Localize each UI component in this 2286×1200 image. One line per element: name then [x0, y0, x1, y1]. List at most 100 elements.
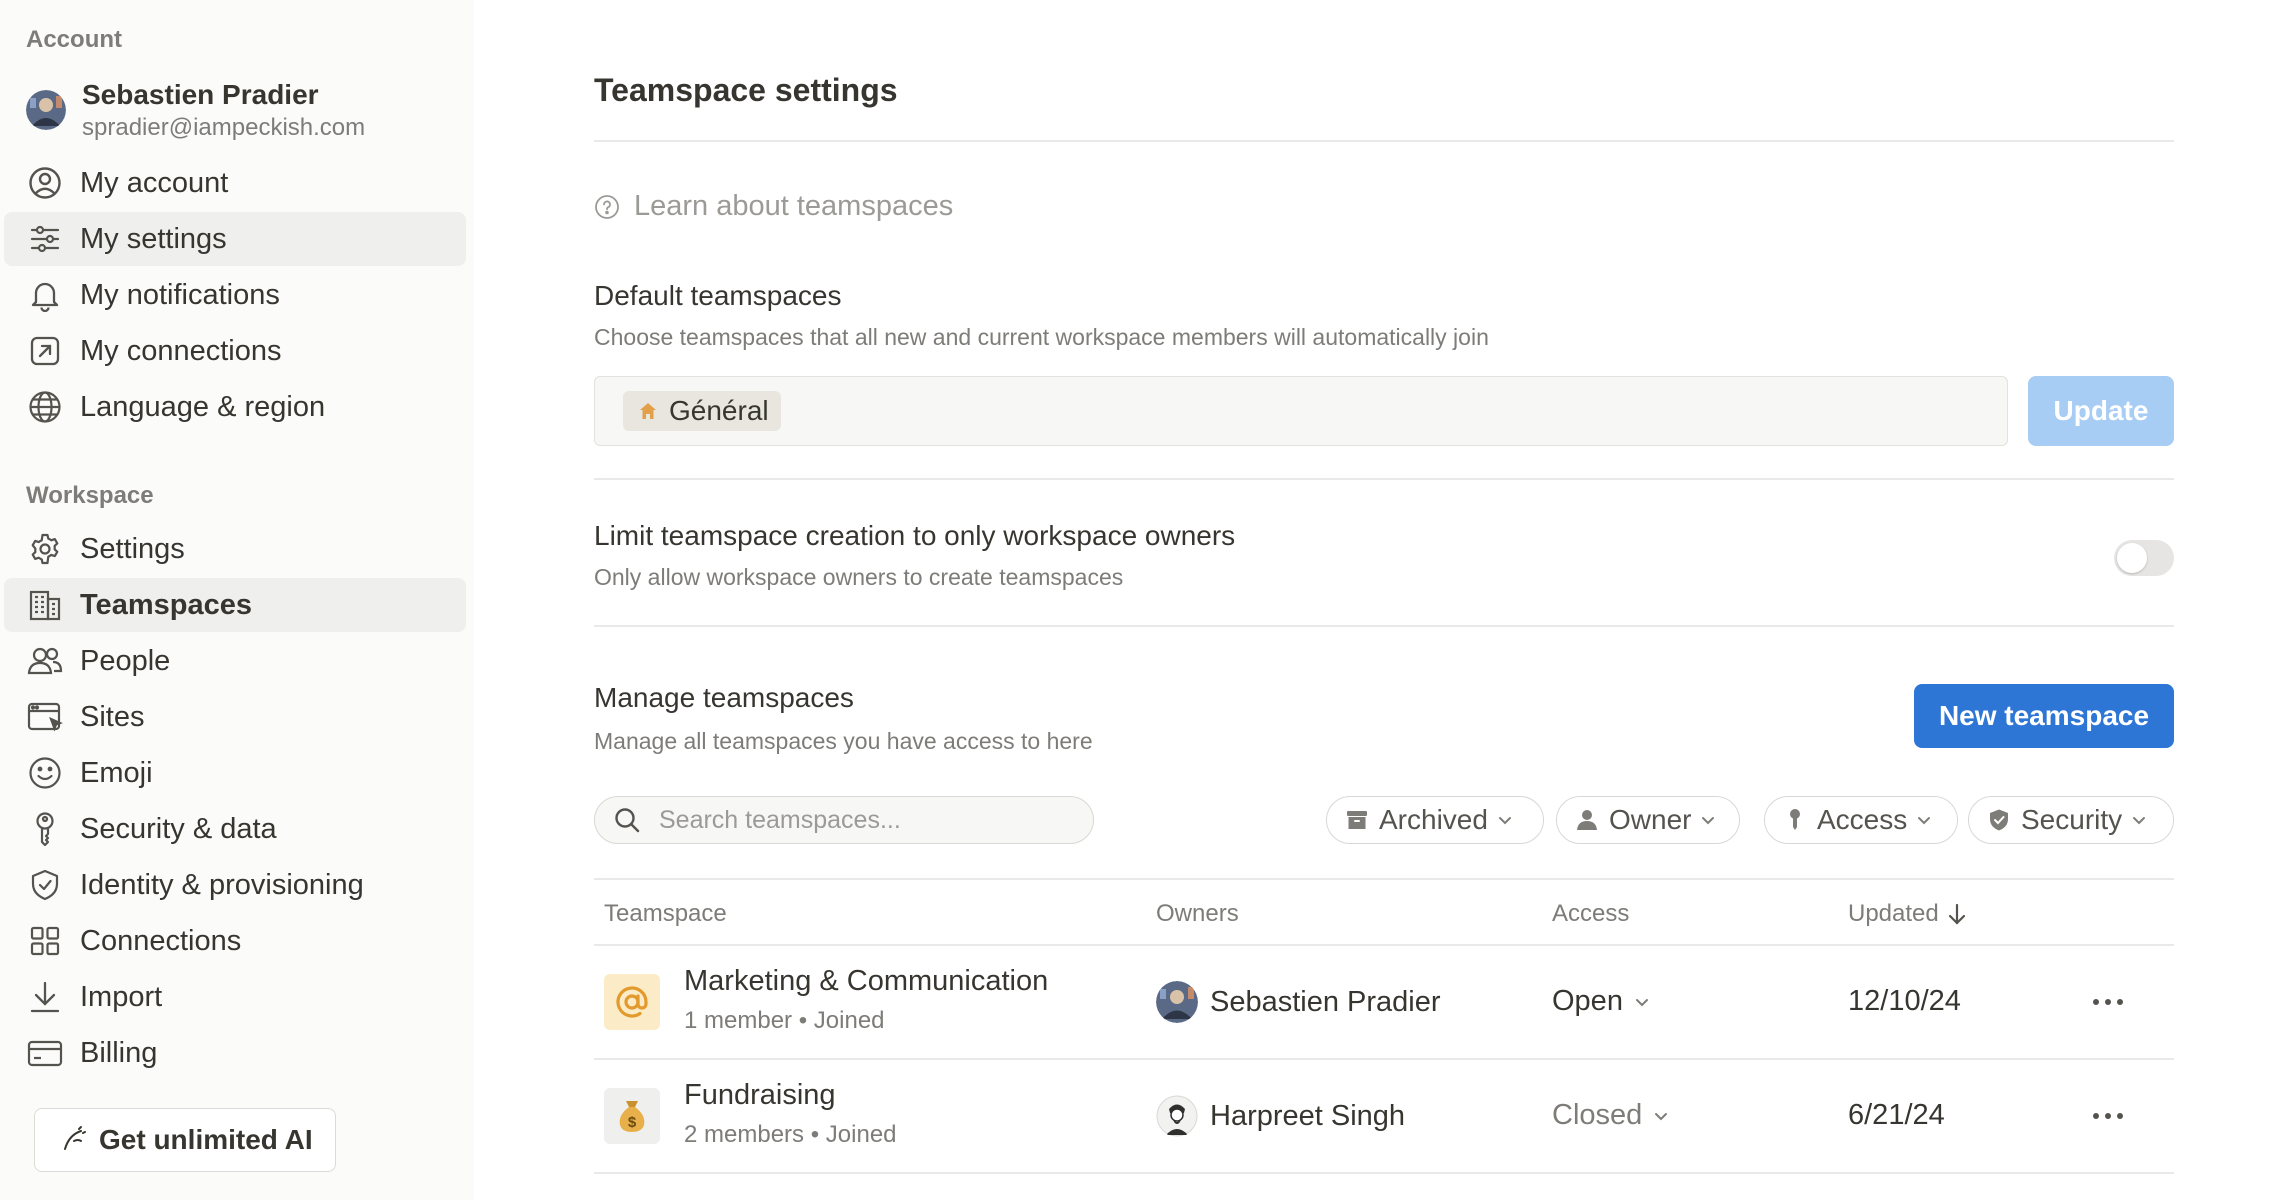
column-header-owners[interactable]: Owners	[1156, 900, 1239, 928]
filter-label: Security	[2021, 804, 2123, 835]
column-header-label: Updated	[1848, 900, 1939, 927]
teamspace-meta: 1 member • Joined	[684, 1007, 885, 1035]
at-sign-icon	[604, 974, 660, 1030]
divider	[594, 878, 2174, 880]
access-dropdown[interactable]: Closed	[1552, 1099, 1670, 1132]
default-teamspaces-field[interactable]: Général	[594, 376, 2008, 446]
sidebar-item-my-account[interactable]: My account	[4, 156, 466, 210]
sidebar-item-my-settings[interactable]: My settings	[4, 212, 466, 266]
sidebar-item-language-region[interactable]: Language & region	[4, 380, 466, 434]
gear-icon	[26, 530, 64, 568]
sidebar-item-label: Import	[80, 980, 163, 1013]
default-teamspaces-title: Default teamspaces	[594, 280, 842, 311]
separator-dot: •	[810, 1121, 826, 1148]
teamspace-chip[interactable]: Général	[623, 391, 781, 431]
divider	[594, 140, 2174, 142]
sidebar-item-billing[interactable]: Billing	[4, 1026, 466, 1080]
grid-icon	[26, 922, 64, 960]
building-icon	[26, 586, 64, 624]
learn-link-label: Learn about teamspaces	[634, 190, 954, 222]
filter-label: Access	[1817, 804, 1908, 835]
owner-cell: Harpreet Singh	[1156, 1095, 1405, 1137]
sidebar-item-teamspaces[interactable]: Teamspaces	[4, 578, 466, 632]
user-circle-icon	[26, 164, 64, 202]
search-teamspaces-box	[594, 796, 1094, 844]
filter-label: Owner	[1609, 804, 1692, 835]
sidebar-item-label: Settings	[80, 532, 185, 565]
sidebar-item-label: Security & data	[80, 812, 277, 845]
updated-date: 6/21/24	[1848, 1099, 1945, 1131]
update-button[interactable]: Update	[2028, 376, 2174, 446]
shield-check-icon	[26, 866, 64, 904]
people-icon	[26, 642, 64, 680]
globe-icon	[26, 388, 64, 426]
table-row[interactable]: Marketing & Communication 1 member • Joi…	[594, 945, 2174, 1059]
user-email: spradier@iampeckish.com	[82, 114, 366, 141]
download-icon	[26, 978, 64, 1016]
credit-card-icon	[26, 1034, 64, 1072]
user-profile: Sebastien Pradier spradier@iampeckish.co…	[26, 70, 365, 150]
money-bag-icon: $	[604, 1088, 660, 1144]
default-teamspaces-description: Choose teamspaces that all new and curre…	[594, 324, 1489, 350]
chevron-down-icon	[2130, 811, 2148, 829]
separator-dot: •	[798, 1007, 814, 1034]
sidebar-item-security-data[interactable]: Security & data	[4, 802, 466, 856]
column-header-teamspace[interactable]: Teamspace	[604, 900, 727, 928]
get-unlimited-ai-button[interactable]: Get unlimited AI	[34, 1108, 336, 1172]
new-teamspace-button[interactable]: New teamspace	[1914, 684, 2174, 748]
sidebar-item-connections[interactable]: Connections	[4, 914, 466, 968]
person-icon	[1575, 808, 1599, 832]
account-section-label: Account	[26, 26, 122, 53]
browser-icon	[26, 698, 64, 736]
question-circle-icon	[594, 194, 620, 220]
learn-about-teamspaces-link[interactable]: Learn about teamspaces	[594, 190, 953, 223]
limit-creation-title: Limit teamspace creation to only workspa…	[594, 520, 1236, 551]
sidebar-item-label: My notifications	[80, 278, 280, 311]
sidebar-item-import[interactable]: Import	[4, 970, 466, 1024]
table-row[interactable]: $ Fundraising 2 members • Joined Harpree…	[594, 1059, 2174, 1173]
manage-teamspaces-description: Manage all teamspaces you have access to…	[594, 728, 1093, 754]
search-input[interactable]	[659, 805, 1059, 835]
sidebar-item-label: My connections	[80, 334, 282, 367]
sidebar-item-my-notifications[interactable]: My notifications	[4, 268, 466, 322]
sidebar-item-label: Sites	[80, 700, 145, 733]
bell-icon	[26, 276, 64, 314]
smiley-icon	[26, 754, 64, 792]
column-header-access[interactable]: Access	[1552, 900, 1629, 928]
member-count: 2 members	[684, 1121, 805, 1148]
chevron-down-icon	[1915, 811, 1933, 829]
chevron-down-icon	[1635, 998, 1648, 1006]
chevron-down-icon	[1496, 811, 1514, 829]
more-options-button[interactable]	[2088, 1099, 2128, 1133]
column-header-updated[interactable]: Updated	[1848, 900, 1967, 928]
sidebar-item-label: People	[80, 644, 171, 677]
sidebar-item-emoji[interactable]: Emoji	[4, 746, 466, 800]
key-icon	[26, 810, 64, 848]
sidebar-item-people[interactable]: People	[4, 634, 466, 688]
sidebar-item-identity-provisioning[interactable]: Identity & provisioning	[4, 858, 466, 912]
sidebar-item-sites[interactable]: Sites	[4, 690, 466, 744]
owner-name: Harpreet Singh	[1210, 1099, 1406, 1132]
archived-filter[interactable]: Archived	[1326, 796, 1544, 844]
toggle-knob	[2117, 543, 2147, 573]
arrow-down-icon	[1948, 903, 1965, 925]
home-icon	[637, 400, 659, 422]
owner-cell: Sebastien Pradier	[1156, 981, 1441, 1023]
filter-label: Archived	[1379, 804, 1488, 835]
member-count: 1 member	[684, 1007, 793, 1034]
sliders-icon	[26, 220, 64, 258]
sidebar-item-settings[interactable]: Settings	[4, 522, 466, 576]
access-filter[interactable]: Access	[1764, 796, 1958, 844]
owner-filter[interactable]: Owner	[1556, 796, 1740, 844]
owner-avatar	[1156, 981, 1198, 1023]
sidebar-item-my-connections[interactable]: My connections	[4, 324, 466, 378]
user-name: Sebastien Pradier	[82, 79, 319, 110]
more-options-button[interactable]	[2088, 985, 2128, 1019]
limit-creation-toggle[interactable]	[2114, 540, 2174, 576]
manage-teamspaces-title: Manage teamspaces	[594, 682, 854, 713]
access-dropdown[interactable]: Open	[1552, 985, 1651, 1018]
shield-check-icon	[1987, 808, 2011, 832]
security-filter[interactable]: Security	[1968, 796, 2174, 844]
sidebar-item-label: Connections	[80, 924, 242, 957]
chevron-down-icon	[1699, 811, 1717, 829]
